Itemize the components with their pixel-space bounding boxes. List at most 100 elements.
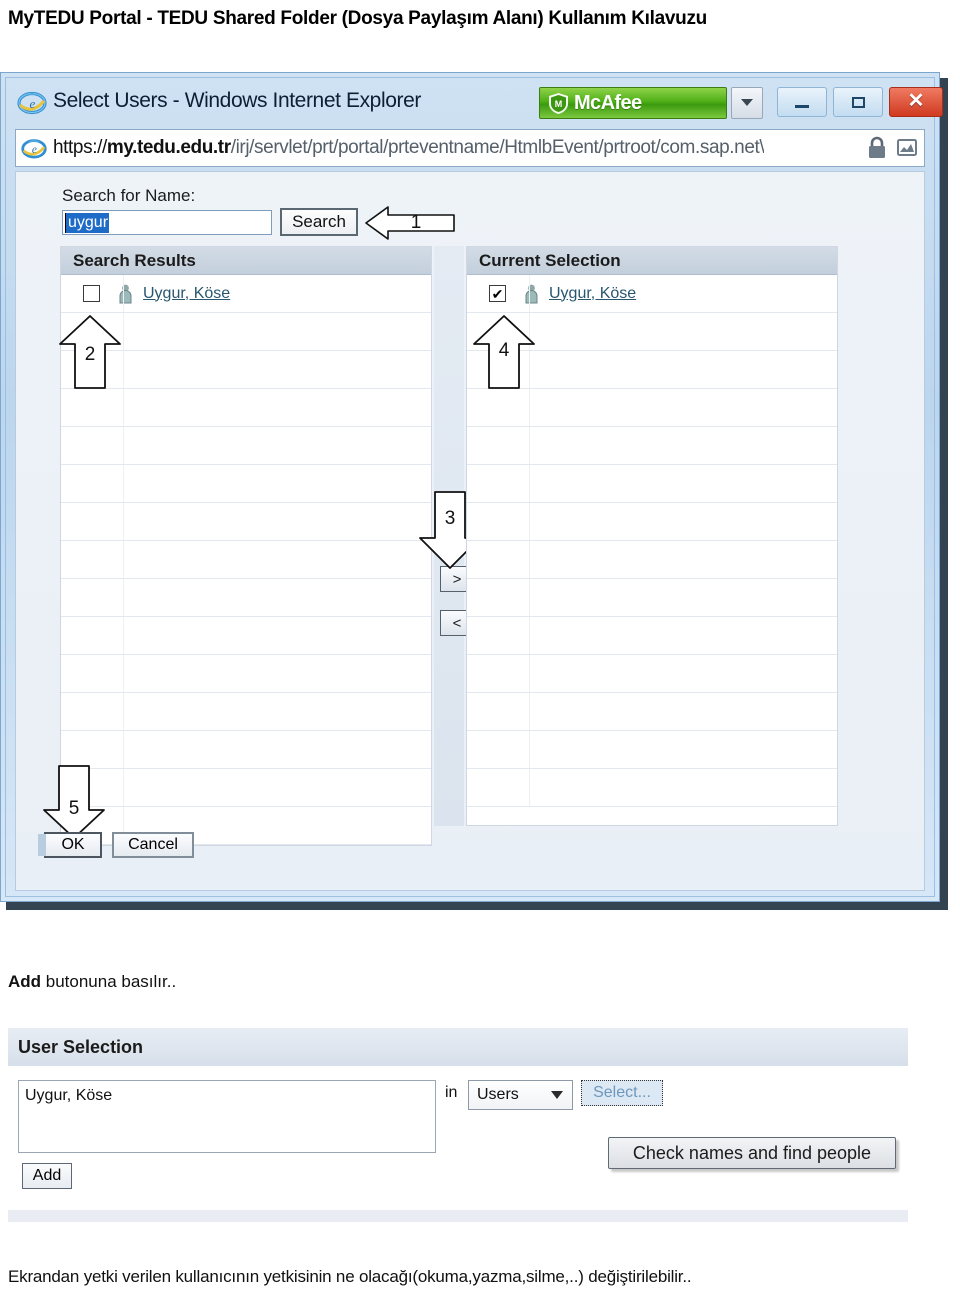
result-user-link[interactable]: Uygur, Köse xyxy=(143,285,230,303)
address-url: https://my.tedu.edu.tr/irj/servlet/prt/p… xyxy=(53,137,764,159)
column-divider xyxy=(123,541,124,578)
column-divider xyxy=(529,579,530,616)
table-row-empty xyxy=(61,427,431,465)
table-row-empty xyxy=(467,427,837,465)
address-domain: my.tedu.edu.tr xyxy=(106,137,231,158)
maximize-icon xyxy=(851,96,865,108)
mcafee-shield-icon: M xyxy=(548,92,569,115)
compatibility-view-icon[interactable] xyxy=(896,136,918,160)
column-divider xyxy=(123,579,124,616)
annotation-arrow-2: 2 xyxy=(58,314,122,390)
dialog-content: Search for Name: uygur Search 1 Search R… xyxy=(15,171,925,891)
search-results-header: Search Results xyxy=(61,247,431,275)
address-scheme: https:// xyxy=(53,137,107,158)
table-row-empty xyxy=(467,655,837,693)
column-divider xyxy=(123,389,124,426)
annotation-number-5: 5 xyxy=(68,798,80,819)
svg-text:e: e xyxy=(32,144,37,156)
add-button[interactable]: Add xyxy=(22,1163,72,1189)
mcafee-dropdown-button[interactable] xyxy=(731,87,763,119)
column-divider xyxy=(123,313,124,350)
table-row-empty xyxy=(467,541,837,579)
table-row-empty xyxy=(61,579,431,617)
cancel-button[interactable]: Cancel xyxy=(112,832,194,858)
window-title: Select Users - Windows Internet Explorer xyxy=(53,89,421,112)
search-input[interactable]: uygur xyxy=(62,210,272,235)
column-divider xyxy=(529,465,530,502)
annotation-number-1: 1 xyxy=(410,212,422,233)
column-divider xyxy=(123,693,124,730)
table-row-empty xyxy=(467,693,837,731)
caption-add-rest: butonuna basılır.. xyxy=(41,972,177,991)
caption-permissions: Ekrandan yetki verilen kullanıcının yetk… xyxy=(8,1267,692,1286)
mcafee-badge[interactable]: M McAfee xyxy=(539,87,727,119)
panel-footer-band xyxy=(8,1210,908,1222)
table-row-empty xyxy=(61,655,431,693)
ok-button[interactable]: OK xyxy=(38,832,102,858)
ok-button-label: OK xyxy=(61,836,85,853)
table-row-empty xyxy=(467,465,837,503)
annotation-arrow-4: 4 xyxy=(472,314,536,390)
column-divider xyxy=(529,503,530,540)
column-divider xyxy=(529,731,530,768)
table-row-empty xyxy=(61,465,431,503)
title-bar: e Select Users - Windows Internet Explor… xyxy=(11,81,943,125)
in-label: in xyxy=(445,1084,458,1101)
scope-dropdown-value: Users xyxy=(477,1086,519,1103)
scope-dropdown[interactable]: Users xyxy=(468,1080,573,1110)
user-icon xyxy=(524,284,539,304)
minimize-button[interactable] xyxy=(777,87,827,117)
table-row-empty xyxy=(61,693,431,731)
caption-add-button: Add butonuna basılır.. xyxy=(8,972,176,992)
user-names-value: Uygur, Köse xyxy=(25,1087,113,1104)
address-bar[interactable]: e https://my.tedu.edu.tr/irj/servlet/prt… xyxy=(15,129,925,167)
column-divider xyxy=(123,731,124,768)
table-row-empty xyxy=(61,731,431,769)
column-divider xyxy=(123,655,124,692)
table-row[interactable]: Uygur, Köse xyxy=(61,275,431,313)
selection-row-checkbox[interactable]: ✔ xyxy=(489,285,506,302)
search-button[interactable]: Search xyxy=(280,208,358,236)
column-divider xyxy=(529,655,530,692)
column-divider xyxy=(123,275,124,312)
internet-explorer-icon: e xyxy=(17,87,47,117)
column-divider xyxy=(123,351,124,388)
column-divider xyxy=(529,275,530,312)
address-path: /irj/servlet/prt/portal/prteventname/Htm… xyxy=(230,137,765,158)
search-for-name-label: Search for Name: xyxy=(62,186,196,205)
page-title: MyTEDU Portal - TEDU Shared Folder (Dosy… xyxy=(8,8,707,29)
table-row[interactable]: ✔ Uygur, Köse xyxy=(467,275,837,313)
annotation-number-4: 4 xyxy=(498,340,510,361)
close-icon: ✕ xyxy=(907,90,925,112)
browser-window: e Select Users - Windows Internet Explor… xyxy=(0,72,943,902)
column-divider xyxy=(529,427,530,464)
screenshot-select-users-window: e Select Users - Windows Internet Explor… xyxy=(0,72,948,910)
table-row-empty xyxy=(61,769,431,807)
table-row-empty xyxy=(467,731,837,769)
table-row-empty xyxy=(467,769,837,807)
svg-text:e: e xyxy=(30,96,36,111)
user-icon xyxy=(118,284,133,304)
selection-user-link[interactable]: Uygur, Köse xyxy=(549,285,636,303)
table-row-empty xyxy=(467,503,837,541)
user-names-textarea[interactable]: Uygur, Köse xyxy=(18,1080,436,1153)
maximize-button[interactable] xyxy=(833,87,883,117)
column-divider xyxy=(123,427,124,464)
address-bar-icons xyxy=(866,136,918,160)
result-row-checkbox[interactable] xyxy=(83,285,100,302)
screenshot-user-selection: User Selection Uygur, Köse in Users Sele… xyxy=(8,1028,952,1223)
chevron-down-icon xyxy=(551,1091,563,1099)
column-divider xyxy=(529,541,530,578)
table-row-empty xyxy=(61,617,431,655)
column-divider xyxy=(123,465,124,502)
column-divider xyxy=(529,617,530,654)
lock-icon[interactable] xyxy=(866,136,888,160)
annotation-number-2: 2 xyxy=(84,344,96,365)
current-selection-header: Current Selection xyxy=(467,247,837,275)
minimize-icon xyxy=(795,104,809,108)
table-row-empty xyxy=(467,389,837,427)
column-divider xyxy=(529,389,530,426)
close-button[interactable]: ✕ xyxy=(889,87,943,117)
table-row-empty xyxy=(61,503,431,541)
select-link-button[interactable]: Select... xyxy=(581,1080,663,1106)
